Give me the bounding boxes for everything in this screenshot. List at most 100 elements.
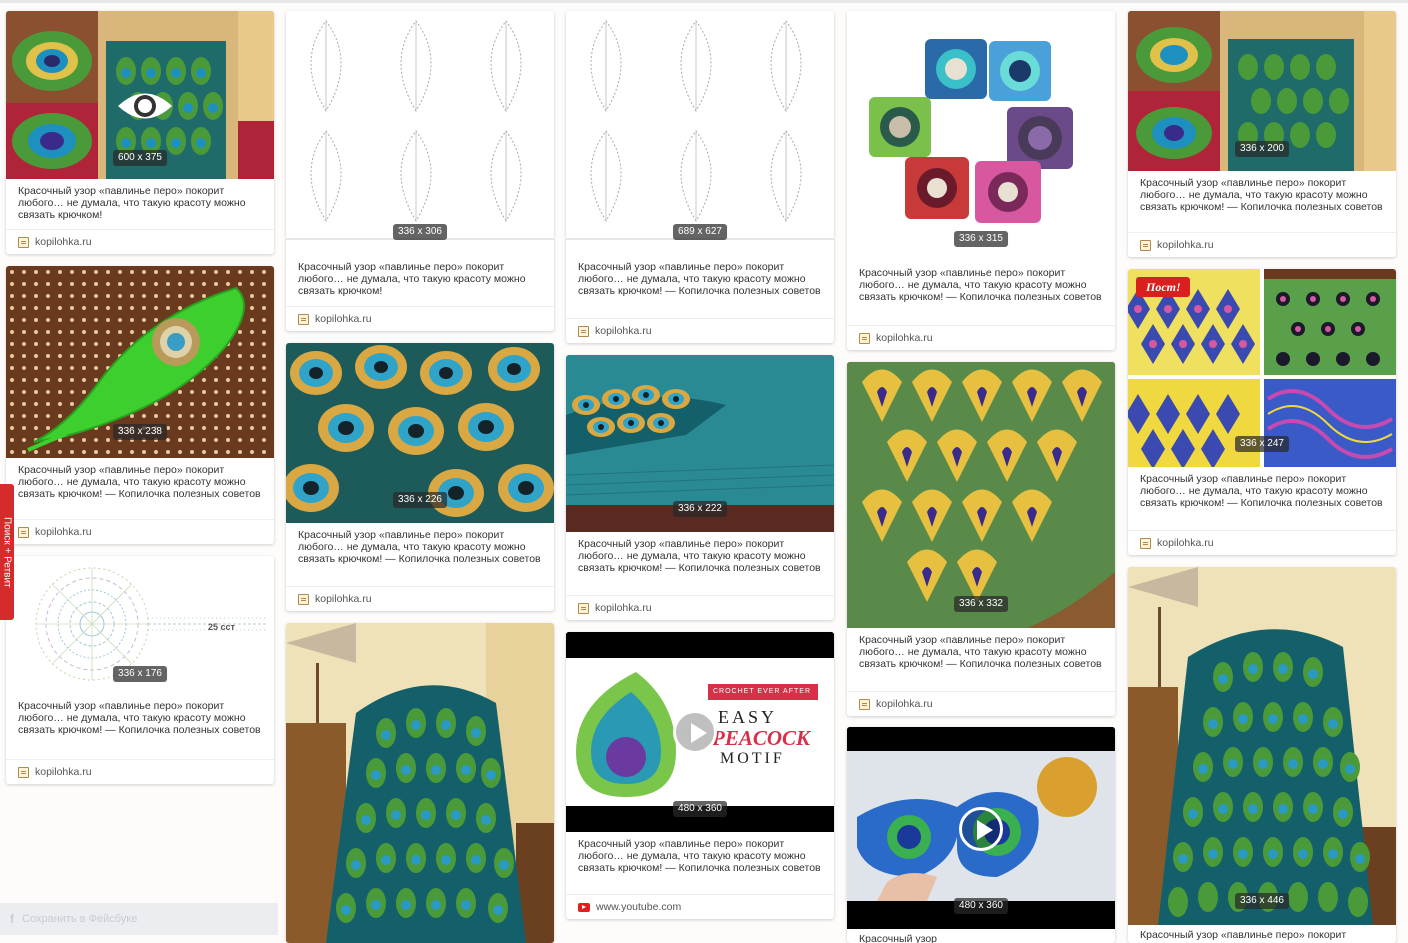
pin-source[interactable]: www.youtube.com: [578, 901, 681, 913]
video-title-line: MOTIF: [720, 750, 785, 767]
source-domain[interactable]: kopilohka.ru: [35, 526, 92, 538]
post-badge: Пост!: [1146, 280, 1181, 294]
eye-icon[interactable]: [116, 87, 174, 125]
pin-caption: Красочный узор «павлинье перо» покорит л…: [578, 538, 821, 574]
pin-card[interactable]: 336 x 226 Красочный узор «павлинье перо»…: [286, 343, 554, 611]
pin-source[interactable]: kopilohka.ru: [18, 526, 92, 538]
facebook-icon: f: [10, 912, 14, 926]
pin-image[interactable]: 480 x 360: [847, 727, 1115, 929]
crochet-peacock-squares: [847, 11, 1115, 261]
image-size-label: 480 x 360: [954, 898, 1008, 914]
facebook-save-label[interactable]: Сохранить в Фейсбуке: [22, 913, 137, 925]
image-size-label: 336 x 315: [954, 231, 1008, 247]
pin-card[interactable]: [286, 623, 554, 943]
pin-image[interactable]: [286, 623, 554, 943]
pin-card[interactable]: Пост! 336 x 247 Красочный узор «павлинье…: [1128, 269, 1396, 555]
pin-card[interactable]: 336 x 446 Красочный узор «павлинье перо»…: [1128, 567, 1396, 943]
source-domain[interactable]: kopilohka.ru: [35, 766, 92, 778]
pin-image[interactable]: 689 x 627: [566, 11, 834, 255]
pin-image[interactable]: 336 x 315: [847, 11, 1115, 261]
image-size-label: 336 x 200: [1235, 141, 1289, 157]
source-domain[interactable]: kopilohka.ru: [876, 332, 933, 344]
pin-caption: Красочный узор «павлинье перо» покорит л…: [578, 261, 821, 297]
source-domain[interactable]: kopilohka.ru: [1157, 239, 1214, 251]
pin-source[interactable]: kopilohka.ru: [859, 698, 933, 710]
peacock-shawl-scallops: [847, 362, 1115, 628]
pin-card[interactable]: 336 x 315 Красочный узор «павлинье перо»…: [847, 11, 1115, 350]
pin-card[interactable]: 25 сст 336 x 176 Красочный узор «павлинь…: [6, 556, 274, 784]
site-favicon-icon: [298, 593, 309, 605]
source-domain[interactable]: kopilohka.ru: [595, 602, 652, 614]
site-favicon-icon: [578, 602, 589, 614]
pin-caption: Красочный узор «павлинье перо» покорит л…: [18, 185, 246, 221]
pin-caption: Красочный узор «павлинье перо» покорит л…: [298, 261, 526, 297]
site-favicon-icon: [18, 766, 29, 778]
image-size-label: 336 x 446: [1235, 893, 1289, 909]
pin-source[interactable]: kopilohka.ru: [18, 766, 92, 778]
peacock-blanket-on-chair: [286, 623, 554, 943]
image-size-label: 336 x 226: [393, 492, 447, 508]
crochet-diagram-feathers: [566, 11, 834, 255]
pin-image[interactable]: 336 x 332: [847, 362, 1115, 628]
pin-caption: Красочный узор: [859, 933, 937, 943]
pin-source[interactable]: kopilohka.ru: [1140, 537, 1214, 549]
pin-card[interactable]: 336 x 238 Красочный узор «павлинье перо»…: [6, 266, 274, 544]
pin-source[interactable]: kopilohka.ru: [298, 593, 372, 605]
source-domain[interactable]: kopilohka.ru: [595, 325, 652, 337]
site-favicon-icon: [859, 698, 870, 710]
source-domain[interactable]: kopilohka.ru: [315, 313, 372, 325]
pin-source[interactable]: kopilohka.ru: [18, 236, 92, 248]
pin-image[interactable]: CROCHET EVER AFTER EASY PEACOCK MOTIF 48…: [566, 632, 834, 832]
site-favicon-icon: [578, 325, 589, 337]
image-size-label: 336 x 247: [1235, 436, 1289, 452]
site-favicon-icon: [1140, 239, 1151, 251]
pin-image[interactable]: 336 x 226: [286, 343, 554, 523]
image-size-label: 600 x 375: [113, 150, 167, 166]
site-favicon-icon: [18, 236, 29, 248]
image-size-label: 336 x 222: [673, 501, 727, 517]
site-favicon-icon: [298, 313, 309, 325]
image-size-label: 336 x 332: [954, 596, 1008, 612]
image-size-label: 480 x 360: [673, 801, 727, 817]
play-icon[interactable]: [959, 807, 1003, 851]
pin-card[interactable]: 480 x 360 Красочный узор: [847, 727, 1115, 943]
pin-source[interactable]: kopilohka.ru: [298, 313, 372, 325]
source-domain[interactable]: www.youtube.com: [596, 901, 681, 913]
pin-card[interactable]: 689 x 627 Красочный узор «павлинье перо»…: [566, 11, 834, 343]
youtube-icon: [578, 902, 590, 912]
play-icon[interactable]: [673, 710, 717, 754]
pin-image[interactable]: 600 x 375: [6, 11, 274, 179]
source-domain[interactable]: kopilohka.ru: [1157, 537, 1214, 549]
source-domain[interactable]: kopilohka.ru: [315, 593, 372, 605]
pin-image[interactable]: 336 x 222: [566, 355, 834, 532]
pin-source[interactable]: kopilohka.ru: [578, 325, 652, 337]
image-size-label: 336 x 306: [393, 224, 447, 240]
facebook-save-bar[interactable]: f Сохранить в Фейсбуке: [0, 903, 278, 935]
pin-card[interactable]: 336 x 306 Красочный узор «павлинье перо»…: [286, 11, 554, 331]
pin-image[interactable]: 336 x 446: [1128, 567, 1396, 925]
pin-caption: Красочный узор «павлинье перо» покорит л…: [578, 838, 821, 874]
video-channel-label: CROCHET EVER AFTER: [713, 688, 811, 695]
pin-card[interactable]: CROCHET EVER AFTER EASY PEACOCK MOTIF 48…: [566, 632, 834, 919]
pin-card[interactable]: 336 x 222 Красочный узор «павлинье перо»…: [566, 355, 834, 620]
source-domain[interactable]: kopilohka.ru: [876, 698, 933, 710]
image-size-label: 336 x 176: [113, 666, 167, 682]
pin-image[interactable]: 336 x 238: [6, 266, 274, 458]
search-retweet-tab[interactable]: Поиск + Ретвит: [0, 484, 14, 620]
pin-caption: Красочный узор «павлинье перо» покорит л…: [1140, 177, 1383, 213]
peacock-blanket-on-chair: [1128, 567, 1396, 925]
source-domain[interactable]: kopilohka.ru: [35, 236, 92, 248]
pin-image[interactable]: 336 x 306: [286, 11, 554, 255]
pin-image[interactable]: 336 x 200: [1128, 11, 1396, 171]
video-title-line: PEACOCK: [712, 726, 811, 750]
pin-source[interactable]: kopilohka.ru: [578, 602, 652, 614]
pin-card[interactable]: 336 x 200 Красочный узор «павлинье перо»…: [1128, 11, 1396, 257]
pin-image[interactable]: Пост! 336 x 247: [1128, 269, 1396, 467]
pin-image[interactable]: 25 сст 336 x 176: [6, 556, 274, 694]
pin-source[interactable]: kopilohka.ru: [859, 332, 933, 344]
pin-caption: Красочный узор «павлинье перо» покорит л…: [859, 267, 1102, 303]
pin-card[interactable]: 336 x 332 Красочный узор «павлинье перо»…: [847, 362, 1115, 716]
pin-caption: Красочный узор «павлинье перо» покорит л…: [18, 464, 261, 500]
pin-card[interactable]: 600 x 375 Красочный узор «павлинье перо»…: [6, 11, 274, 254]
pin-source[interactable]: kopilohka.ru: [1140, 239, 1214, 251]
